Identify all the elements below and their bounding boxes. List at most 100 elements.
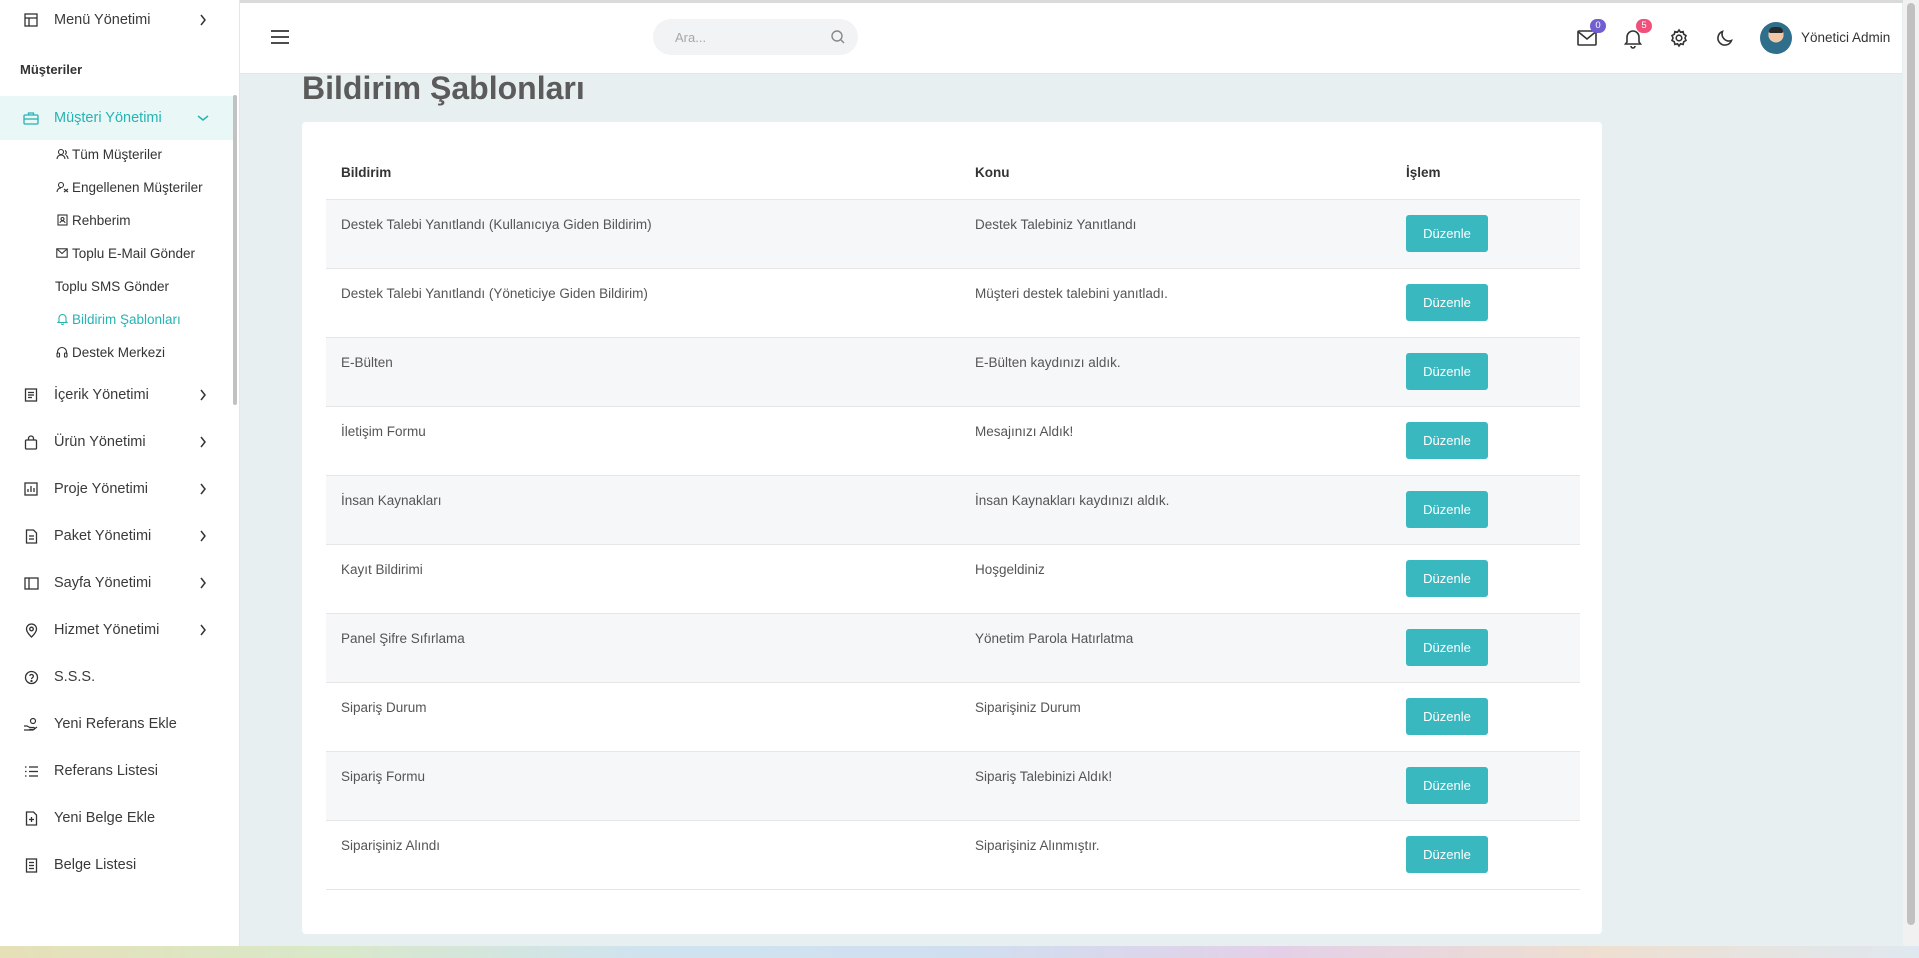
avatar[interactable] bbox=[1760, 22, 1792, 54]
cell-bildirim: Kayıt Bildirimi bbox=[326, 544, 960, 614]
table-row: Destek Talebi Yanıtlandı (Kullanıcıya Gi… bbox=[326, 199, 1580, 269]
sidebar-item-urun-yonetimi[interactable]: Ürün Yönetimi bbox=[0, 422, 234, 462]
sidebar: Menü Yönetimi Müşteriler Müşteri Yönetim… bbox=[0, 0, 240, 958]
table-row: E-Bülten E-Bülten kaydınızı aldık. Düzen… bbox=[326, 337, 1580, 407]
sidebar-item-label: Proje Yönetimi bbox=[54, 481, 149, 497]
table-row: İnsan Kaynakları İnsan Kaynakları kaydın… bbox=[326, 475, 1580, 545]
user-name[interactable]: Yönetici Admin bbox=[1801, 30, 1890, 45]
edit-button[interactable]: Düzenle bbox=[1406, 491, 1488, 528]
dark-mode-toggle[interactable] bbox=[1714, 27, 1736, 49]
konu-text: İnsan Kaynakları kaydınızı aldık. bbox=[975, 493, 1170, 508]
bell-icon bbox=[1622, 30, 1644, 53]
bildirim-text: İnsan Kaynakları bbox=[341, 493, 442, 508]
cell-islem: Düzenle bbox=[1391, 613, 1580, 683]
notification-templates-table: Bildirim Konu İşlem Destek Talebi Yanıtl… bbox=[326, 146, 1580, 890]
sidebar-item-musteri-yonetimi[interactable]: Müşteri Yönetimi bbox=[0, 96, 234, 140]
hamburger-menu-icon[interactable] bbox=[270, 27, 290, 47]
cell-islem: Düzenle bbox=[1391, 337, 1580, 407]
cell-islem: Düzenle bbox=[1391, 751, 1580, 821]
cell-islem: Düzenle bbox=[1391, 820, 1580, 890]
edit-button[interactable]: Düzenle bbox=[1406, 353, 1488, 390]
sidebar-item-menu-yonetimi[interactable]: Menü Yönetimi bbox=[0, 0, 234, 40]
search-icon[interactable] bbox=[830, 29, 846, 45]
chevron-right-icon bbox=[196, 624, 210, 636]
edit-button[interactable]: Düzenle bbox=[1406, 767, 1488, 804]
user-block-icon bbox=[55, 180, 69, 194]
sidebar-item-sss[interactable]: S.S.S. bbox=[0, 657, 234, 697]
sidebar-item-referans-listesi[interactable]: Referans Listesi bbox=[0, 751, 234, 791]
sidebar-item-proje-yonetimi[interactable]: Proje Yönetimi bbox=[0, 469, 234, 509]
edit-button[interactable]: Düzenle bbox=[1406, 422, 1488, 459]
sidebar-item-icerik-yonetimi[interactable]: İçerik Yönetimi bbox=[0, 375, 234, 415]
bildirim-text: Sipariş Durum bbox=[341, 700, 427, 715]
edit-button[interactable]: Düzenle bbox=[1406, 629, 1488, 666]
briefcase-icon bbox=[22, 109, 40, 127]
bildirim-text: Sipariş Formu bbox=[341, 769, 426, 784]
sidebar-subitem-engellenen-musteriler[interactable]: Engellenen Müşteriler bbox=[55, 177, 203, 197]
sidebar-subitem-tum-musteriler[interactable]: Tüm Müşteriler bbox=[55, 144, 162, 164]
sidebar-subitem-destek-merkezi[interactable]: Destek Merkezi bbox=[55, 342, 165, 362]
sidebar-item-label: Menü Yönetimi bbox=[54, 12, 151, 28]
hand-coins-icon bbox=[22, 715, 40, 733]
sidebar-subitem-label: Destek Merkezi bbox=[72, 344, 166, 360]
sidebar-subitem-toplu-sms[interactable]: Toplu SMS Gönder bbox=[55, 276, 169, 296]
cell-islem: Düzenle bbox=[1391, 544, 1580, 614]
sidebar-item-sayfa-yonetimi[interactable]: Sayfa Yönetimi bbox=[0, 563, 234, 603]
sidebar-item-label: Müşteri Yönetimi bbox=[54, 110, 162, 126]
cell-konu: E-Bülten kaydınızı aldık. bbox=[960, 337, 1391, 407]
chevron-right-icon bbox=[196, 14, 210, 26]
file-plus-icon bbox=[22, 809, 40, 827]
sidebar-subitem-label: Toplu SMS Gönder bbox=[55, 278, 170, 294]
sidebar-subitem-bildirim-sablonlari[interactable]: Bildirim Şablonları bbox=[55, 309, 181, 329]
table-row: İletişim Formu Mesajınızı Aldık! Düzenle bbox=[326, 406, 1580, 476]
sidebar-item-paket-yonetimi[interactable]: Paket Yönetimi bbox=[0, 516, 234, 556]
cell-islem: Düzenle bbox=[1391, 199, 1580, 269]
map-pin-icon bbox=[22, 621, 40, 639]
sidebar-item-label: Referans Listesi bbox=[54, 763, 158, 779]
sidebar-scrollbar[interactable] bbox=[233, 95, 237, 405]
settings-button[interactable] bbox=[1668, 27, 1690, 49]
edit-button[interactable]: Düzenle bbox=[1406, 284, 1488, 321]
cell-bildirim: Destek Talebi Yanıtlandı (Yöneticiye Gid… bbox=[326, 268, 960, 338]
bildirim-text: Kayıt Bildirimi bbox=[341, 562, 423, 577]
sidebar-item-label: Ürün Yönetimi bbox=[54, 434, 146, 450]
mail-button[interactable]: 0 bbox=[1576, 19, 1606, 49]
sidebar-item-label: Hizmet Yönetimi bbox=[54, 622, 160, 638]
edit-button[interactable]: Düzenle bbox=[1406, 698, 1488, 735]
cell-bildirim: Sipariş Durum bbox=[326, 682, 960, 752]
page-scrollbar[interactable] bbox=[1903, 0, 1919, 958]
cell-islem: Düzenle bbox=[1391, 406, 1580, 476]
cell-konu: Destek Talebiniz Yanıtlandı bbox=[960, 199, 1391, 269]
sidebar-item-yeni-belge-ekle[interactable]: Yeni Belge Ekle bbox=[0, 798, 234, 838]
edit-button[interactable]: Düzenle bbox=[1406, 836, 1488, 873]
bildirim-text: E-Bülten bbox=[341, 355, 393, 370]
top-header: 0 5 Yönetici Admin bbox=[240, 3, 1902, 74]
cell-konu: Müşteri destek talebini yanıtladı. bbox=[960, 268, 1391, 338]
scrollbar-thumb[interactable] bbox=[1907, 3, 1915, 925]
sidebar-item-label: Belge Listesi bbox=[54, 857, 137, 873]
konu-text: Yönetim Parola Hatırlatma bbox=[975, 631, 1134, 646]
bildirim-text: Destek Talebi Yanıtlandı (Kullanıcıya Gi… bbox=[341, 217, 652, 232]
chevron-right-icon bbox=[196, 389, 210, 401]
chevron-right-icon bbox=[196, 577, 210, 589]
chevron-right-icon bbox=[196, 483, 210, 495]
sidebar-subitem-toplu-email[interactable]: Toplu E-Mail Gönder bbox=[55, 243, 195, 263]
table-body: Destek Talebi Yanıtlandı (Kullanıcıya Gi… bbox=[326, 199, 1580, 890]
search-input[interactable] bbox=[673, 28, 827, 46]
sidebar-item-hizmet-yonetimi[interactable]: Hizmet Yönetimi bbox=[0, 610, 234, 650]
konu-text: Mesajınızı Aldık! bbox=[975, 424, 1074, 439]
edit-button[interactable]: Düzenle bbox=[1406, 560, 1488, 597]
mail-icon bbox=[55, 246, 69, 260]
sidebar-subitem-rehberim[interactable]: Rehberim bbox=[55, 210, 131, 230]
sidebar-item-belge-listesi[interactable]: Belge Listesi bbox=[0, 845, 234, 885]
moon-icon bbox=[1714, 30, 1736, 53]
edit-button[interactable]: Düzenle bbox=[1406, 215, 1488, 252]
konu-text: Siparişiniz Durum bbox=[975, 700, 1081, 715]
notifications-button[interactable]: 5 bbox=[1622, 19, 1652, 49]
sidebar-subitem-label: Tüm Müşteriler bbox=[72, 146, 163, 162]
chevron-down-icon bbox=[196, 114, 210, 122]
column-header-islem: İşlem bbox=[1391, 146, 1580, 200]
sidebar-item-yeni-referans-ekle[interactable]: Yeni Referans Ekle bbox=[0, 704, 234, 744]
sidebar-item-label: Sayfa Yönetimi bbox=[54, 575, 152, 591]
cell-bildirim: İletişim Formu bbox=[326, 406, 960, 476]
